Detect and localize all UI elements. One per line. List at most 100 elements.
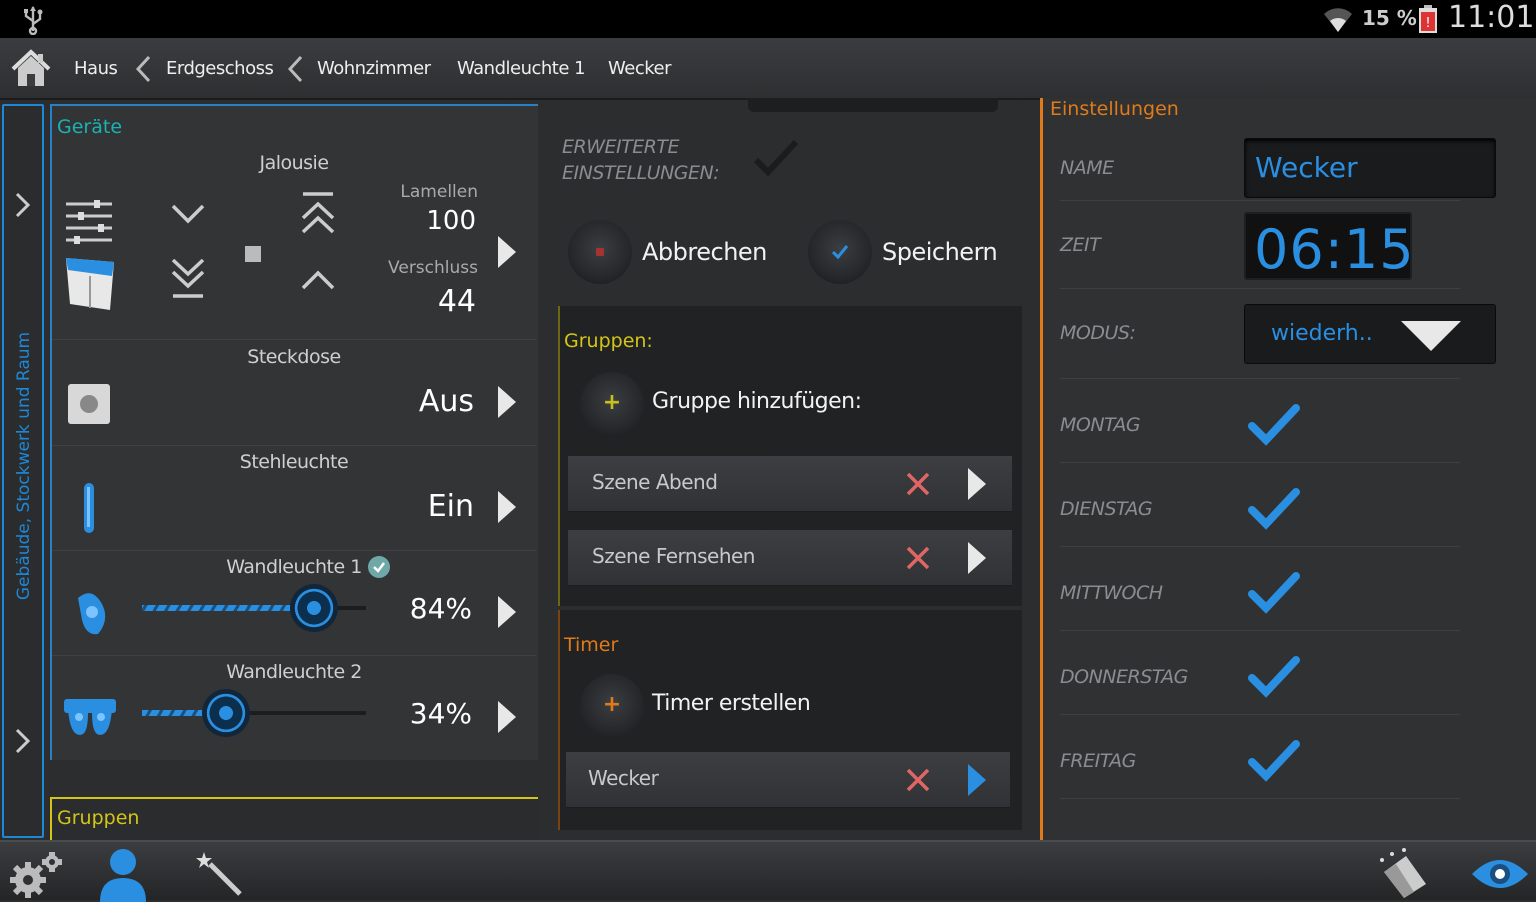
magic-wand-icon[interactable] xyxy=(196,850,244,898)
save-button[interactable]: Speichern xyxy=(882,238,998,266)
groups-left-header: Gruppen xyxy=(57,807,140,829)
double-wall-lamp-icon xyxy=(64,695,116,739)
play-icon[interactable] xyxy=(498,596,516,628)
chevron-left-icon xyxy=(285,54,305,84)
home-icon[interactable] xyxy=(10,48,52,90)
add-group-icon[interactable]: + xyxy=(580,372,644,436)
wandleuchte1-title: Wandleuchte 1 xyxy=(226,556,362,578)
play-icon[interactable] xyxy=(968,542,986,574)
extended-label-line1: ERWEITERTE xyxy=(562,136,680,158)
clock: 11:01 xyxy=(1448,0,1535,35)
day-checkbox-icon[interactable] xyxy=(1248,738,1300,784)
battery-icon: ! xyxy=(1416,4,1440,34)
steckdose-title: Steckdose xyxy=(247,346,341,368)
dimmer-slider[interactable] xyxy=(142,584,366,632)
lamellen-value: 100 xyxy=(426,206,476,236)
settings-gear-icon[interactable] xyxy=(8,850,62,898)
play-icon[interactable] xyxy=(498,701,516,733)
delete-icon[interactable] xyxy=(904,766,932,794)
groups-header: Gruppen: xyxy=(564,330,653,352)
add-group-button[interactable]: Gruppe hinzufügen: xyxy=(652,389,862,414)
double-chevron-up-icon[interactable] xyxy=(300,190,336,236)
device-jalousie: Jalousie Lamellen 100 Verschluss 44 xyxy=(52,148,536,340)
chevron-left-icon xyxy=(133,54,153,84)
steckdose-value[interactable]: Aus xyxy=(352,384,474,419)
time-field[interactable]: 06:15 xyxy=(1244,212,1414,281)
chevron-right-icon[interactable] xyxy=(12,190,34,220)
play-icon[interactable] xyxy=(968,468,986,500)
crumb-wecker[interactable]: Wecker xyxy=(608,38,671,100)
play-icon[interactable] xyxy=(498,491,516,523)
crumb-wohnzimmer[interactable]: Wohnzimmer xyxy=(317,38,431,100)
breadcrumb: Haus Erdgeschoss Wohnzimmer Wandleuchte … xyxy=(0,38,1536,100)
bottom-toolbar xyxy=(0,840,1536,902)
day-checkbox-icon[interactable] xyxy=(1248,654,1300,700)
status-bar: 15 % ! 11:01 xyxy=(0,0,1536,38)
save-button-icon[interactable] xyxy=(808,220,872,284)
crumb-erdgeschoss[interactable]: Erdgeschoss xyxy=(166,38,274,100)
eye-icon[interactable] xyxy=(1470,856,1530,892)
dimmer-slider[interactable] xyxy=(142,689,366,737)
cancel-button-icon[interactable] xyxy=(568,220,632,284)
stehleuchte-value[interactable]: Ein xyxy=(352,489,474,524)
mode-label: MODUS: xyxy=(1060,322,1136,344)
wall-lamp-icon xyxy=(72,590,112,638)
check-badge-icon xyxy=(368,556,390,578)
checkmark-icon[interactable] xyxy=(752,136,800,180)
divider xyxy=(1060,378,1460,379)
day-label: DIENSTAG xyxy=(1060,498,1153,520)
usb-icon xyxy=(22,5,44,35)
play-icon[interactable] xyxy=(968,764,986,796)
play-icon[interactable] xyxy=(498,236,516,268)
device-wandleuchte-2: Wandleuchte 2 34% xyxy=(52,657,536,761)
day-label: FREITAG xyxy=(1060,750,1136,772)
day-checkbox-icon[interactable] xyxy=(1248,570,1300,616)
day-checkbox-icon[interactable] xyxy=(1248,486,1300,532)
divider xyxy=(1060,200,1460,201)
name-value: Wecker xyxy=(1255,151,1358,184)
device-wandleuchte-1: Wandleuchte 1 84% xyxy=(52,552,536,656)
cancel-button[interactable]: Abbrechen xyxy=(642,238,767,266)
stop-icon[interactable] xyxy=(245,246,261,262)
list-item[interactable]: Szene Abend xyxy=(568,456,1012,512)
blind-icon xyxy=(64,254,116,312)
crumb-wandleuchte[interactable]: Wandleuchte 1 xyxy=(457,38,586,100)
name-label: NAME xyxy=(1060,157,1114,179)
list-item[interactable]: Wecker xyxy=(566,752,1010,808)
chevron-down-icon[interactable] xyxy=(170,200,206,228)
wandleuchte2-title: Wandleuchte 2 xyxy=(226,661,362,683)
dropdown-arrow-icon xyxy=(1399,319,1463,353)
groups-section-left[interactable]: Gruppen xyxy=(50,797,538,842)
crumb-haus[interactable]: Haus xyxy=(74,38,118,100)
create-timer-icon[interactable]: + xyxy=(580,674,644,738)
group-name: Szene Abend xyxy=(592,470,718,494)
divider xyxy=(1060,798,1460,799)
chevron-right-icon[interactable] xyxy=(12,726,34,756)
wifi-icon xyxy=(1322,4,1354,34)
play-icon[interactable] xyxy=(498,386,516,418)
day-checkbox-icon[interactable] xyxy=(1248,402,1300,448)
floor-lamp-icon xyxy=(82,483,96,537)
group-name: Szene Fernsehen xyxy=(592,544,755,568)
list-item[interactable]: Szene Fernsehen xyxy=(568,530,1012,586)
wandleuchte2-value: 34% xyxy=(409,697,472,730)
sliders-icon[interactable] xyxy=(64,196,114,246)
delete-icon[interactable] xyxy=(904,544,932,572)
chevron-up-icon[interactable] xyxy=(300,266,336,294)
create-timer-button[interactable]: Timer erstellen xyxy=(652,691,811,716)
delete-icon[interactable] xyxy=(904,470,932,498)
clean-brush-icon[interactable] xyxy=(1374,846,1430,900)
mode-dropdown[interactable]: wiederh.. xyxy=(1244,304,1496,364)
double-chevron-down-icon[interactable] xyxy=(170,256,206,300)
day-label: MONTAG xyxy=(1060,414,1141,436)
jalousie-title: Jalousie xyxy=(259,152,329,174)
user-icon[interactable] xyxy=(98,846,148,902)
side-tab-label: Gebäude, Stockwerk und Raum xyxy=(14,331,34,601)
location-side-tab[interactable]: Gebäude, Stockwerk und Raum xyxy=(2,104,44,838)
verschluss-label: Verschluss xyxy=(388,258,478,278)
name-field[interactable]: Wecker xyxy=(1244,138,1496,198)
day-label: MITTWOCH xyxy=(1060,582,1163,604)
extended-label-line2: EINSTELLUNGEN: xyxy=(562,162,720,184)
timer-header: Timer xyxy=(564,634,619,656)
divider xyxy=(1060,546,1460,547)
